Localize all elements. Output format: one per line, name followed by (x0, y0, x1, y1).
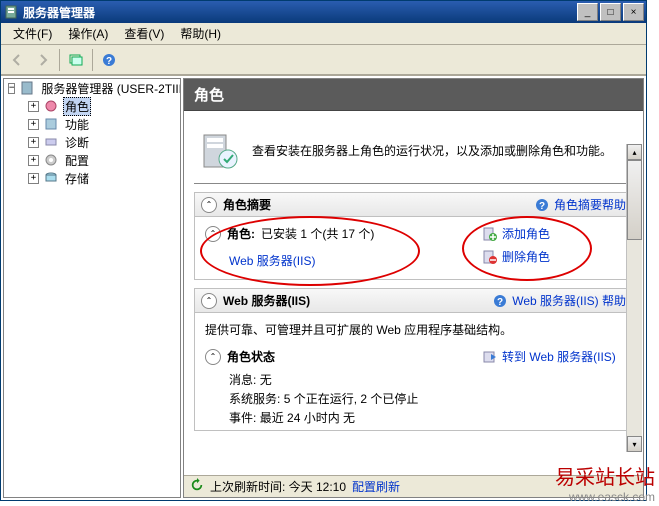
intro-text: 查看安装在服务器上角色的运行状况，以及添加或删除角色和功能。 (252, 142, 612, 159)
nav-forward-button (31, 48, 55, 72)
config-refresh-link[interactable]: 配置刷新 (352, 478, 400, 495)
title-bar[interactable]: 服务器管理器 _ □ × (1, 1, 646, 23)
tree-diagnostics-label[interactable]: 诊断 (63, 133, 91, 152)
tree-roles-label[interactable]: 角色 (63, 97, 91, 116)
collapse-button[interactable]: ⌃ (201, 293, 217, 309)
iis-description: 提供可靠、可管理并且可扩展的 Web 应用程序基础结构。 (205, 321, 622, 338)
features-icon (43, 116, 59, 132)
watermark: 易采站长站 www.easck.com (555, 466, 655, 504)
scroll-up-button[interactable]: ▴ (627, 144, 642, 160)
msg-value: 无 (260, 373, 272, 387)
tree-root: − 服务器管理器 (USER-2TIIHF (4, 79, 180, 97)
scroll-thumb[interactable] (627, 160, 642, 240)
toolbar-separator (92, 49, 93, 71)
svc-label: 系统服务: (229, 392, 280, 406)
msg-label: 消息: (229, 373, 256, 387)
menu-bar: 文件(F) 操作(A) 查看(V) 帮助(H) (1, 23, 646, 45)
expand-toggle[interactable]: + (28, 119, 39, 130)
expand-toggle[interactable]: + (28, 137, 39, 148)
roles-large-icon (198, 127, 240, 173)
roles-summary-section: ⌃ 角色摘要 ? 角色摘要帮助 ⌃ 角色: (194, 192, 633, 280)
svg-text:?: ? (106, 56, 112, 67)
scroll-down-button[interactable]: ▾ (627, 436, 642, 452)
panel-body: ▴ ▾ 查看安装在服务器上角色的运行状况，以及添加或删除角色和功能。 ⌃ 角色摘… (184, 111, 643, 475)
remove-role-link[interactable]: 删除角色 (482, 248, 622, 265)
roles-count: 已安装 1 个(共 17 个) (261, 225, 374, 242)
refresh-icon (190, 478, 204, 495)
remove-role-icon (482, 249, 498, 265)
evt-label: 事件: (229, 411, 256, 425)
tree-config-label[interactable]: 配置 (63, 151, 91, 170)
vertical-scrollbar[interactable]: ▴ ▾ (626, 144, 642, 452)
tree-item-roles: + 角色 (24, 97, 180, 115)
last-refresh-text: 上次刷新时间: 今天 12:10 (210, 478, 346, 495)
help-button[interactable]: ? (97, 48, 121, 72)
evt-value: 最近 24 小时内 无 (260, 411, 355, 425)
svc-value: 5 个正在运行, 2 个已停止 (284, 392, 419, 406)
tree-storage-label[interactable]: 存储 (63, 169, 91, 188)
roles-label: 角色: (227, 225, 255, 242)
expand-toggle[interactable]: + (28, 101, 39, 112)
iis-section: ⌃ Web 服务器(IIS) ? Web 服务器(IIS) 帮助 提供可靠、可管… (194, 288, 633, 431)
expand-toggle[interactable]: − (8, 83, 15, 94)
toolbar-separator (59, 49, 60, 71)
tree-item-diagnostics: + 诊断 (24, 133, 180, 151)
tree-root-label[interactable]: 服务器管理器 (USER-2TIIHF (39, 79, 181, 98)
expand-toggle[interactable]: + (28, 173, 39, 184)
collapse-button[interactable]: ⌃ (205, 349, 221, 365)
storage-icon (43, 170, 59, 186)
roles-icon (43, 98, 59, 114)
tree-features-label[interactable]: 功能 (63, 115, 91, 134)
goto-iis-link[interactable]: 转到 Web 服务器(IIS) (482, 348, 622, 365)
diagnostics-icon (43, 134, 59, 150)
tree-view[interactable]: − 服务器管理器 (USER-2TIIHF + 角色 + 功能 + (3, 78, 181, 498)
config-icon (43, 152, 59, 168)
summary-help-link[interactable]: ? 角色摘要帮助 (534, 196, 626, 213)
nav-back-button (5, 48, 29, 72)
add-role-icon (482, 226, 498, 242)
role-status-title: 角色状态 (227, 348, 275, 365)
goto-icon (482, 349, 498, 365)
minimize-button[interactable]: _ (577, 3, 598, 21)
installed-role-link[interactable]: Web 服务器(IIS) (229, 254, 315, 268)
svg-text:?: ? (539, 201, 545, 212)
menu-file[interactable]: 文件(F) (5, 22, 60, 45)
tree-item-storage: + 存储 (24, 169, 180, 187)
window-title: 服务器管理器 (23, 4, 577, 21)
app-icon (3, 4, 19, 20)
tree-item-features: + 功能 (24, 115, 180, 133)
main-panel: 角色 ▴ ▾ 查看安装在服务器上角色的运行状况，以及添加或删除角色和功能。 ⌃ (183, 78, 644, 498)
add-role-link[interactable]: 添加角色 (482, 225, 622, 242)
menu-action[interactable]: 操作(A) (60, 22, 116, 45)
content-area: − 服务器管理器 (USER-2TIIHF + 角色 + 功能 + (1, 75, 646, 500)
expand-toggle[interactable]: + (28, 155, 39, 166)
iis-title: Web 服务器(IIS) (223, 292, 492, 309)
iis-help-link[interactable]: ? Web 服务器(IIS) 帮助 (492, 292, 626, 309)
refresh-button[interactable] (64, 48, 88, 72)
server-icon (19, 80, 35, 96)
collapse-button[interactable]: ⌃ (205, 226, 221, 242)
svg-text:?: ? (497, 297, 503, 308)
server-manager-window: 服务器管理器 _ □ × 文件(F) 操作(A) 查看(V) 帮助(H) ? −… (0, 0, 647, 501)
tree-item-config: + 配置 (24, 151, 180, 169)
menu-help[interactable]: 帮助(H) (172, 22, 229, 45)
summary-title: 角色摘要 (223, 196, 534, 213)
maximize-button[interactable]: □ (600, 3, 621, 21)
collapse-button[interactable]: ⌃ (201, 197, 217, 213)
panel-title: 角色 (184, 79, 643, 111)
intro-section: 查看安装在服务器上角色的运行状况，以及添加或删除角色和功能。 (194, 121, 633, 184)
close-button[interactable]: × (623, 3, 644, 21)
menu-view[interactable]: 查看(V) (116, 22, 172, 45)
toolbar: ? (1, 45, 646, 75)
